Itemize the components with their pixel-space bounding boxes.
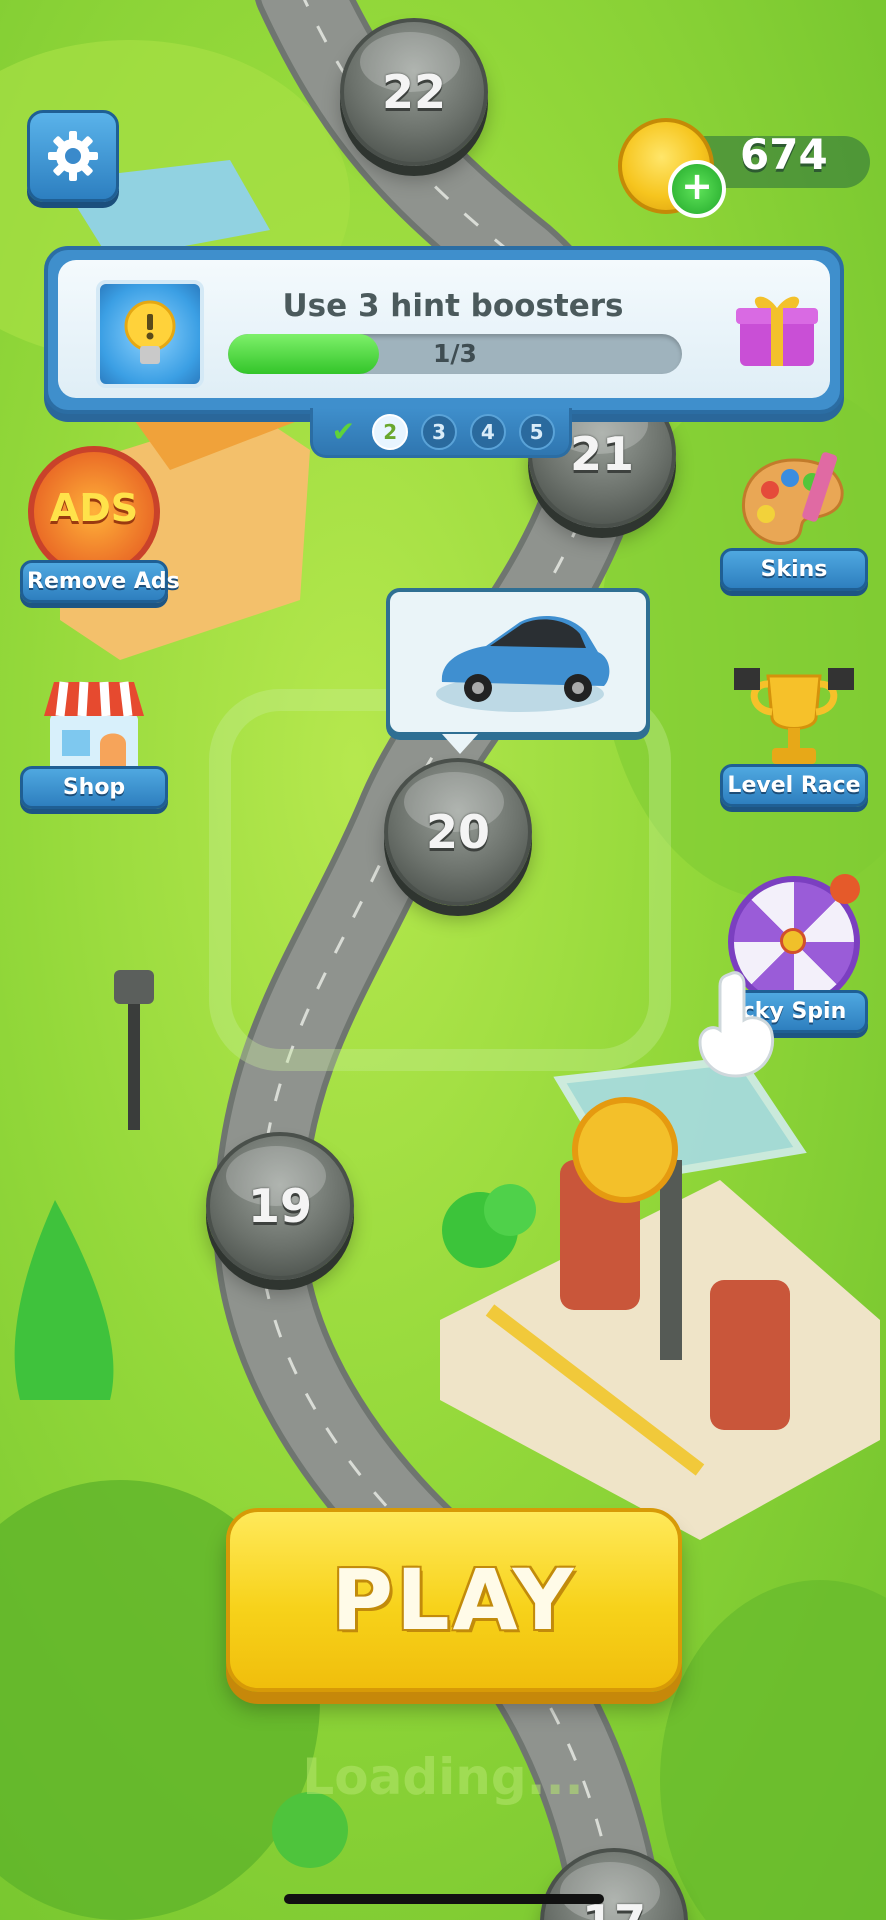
remove-ads-label: Remove Ads <box>20 560 180 603</box>
loading-text: Loading... <box>302 1748 584 1806</box>
level-race-button[interactable]: Level Race <box>720 662 868 807</box>
quest-step-5: 5 <box>518 413 555 450</box>
reward-car-bubble <box>386 588 650 754</box>
skins-label: Skins <box>720 548 868 591</box>
car-icon <box>436 616 610 712</box>
notification-dot <box>830 874 860 904</box>
quest-card[interactable]: Use 3 hint boosters 1/3 <box>44 246 844 414</box>
gear-icon <box>48 131 98 181</box>
map-scene: 22 21 20 19 17 <box>0 0 886 1920</box>
ads-icon: ADS <box>28 446 160 578</box>
quest-step-2: 2 <box>372 413 409 450</box>
quest-step-1: ✔ <box>331 415 356 448</box>
shop-label: Shop <box>20 766 168 809</box>
play-label: PLAY <box>331 1551 577 1649</box>
quest-progress-bar: 1/3 <box>228 334 682 374</box>
quest-step-4: 4 <box>469 413 506 450</box>
home-indicator[interactable] <box>284 1894 604 1904</box>
lightbulb-icon <box>96 280 204 388</box>
quest-progress-text: 1/3 <box>433 339 477 368</box>
settings-button[interactable] <box>27 110 119 202</box>
coin-amount: 674 <box>740 130 828 179</box>
remove-ads-button[interactable]: ADS Remove Ads <box>20 446 180 603</box>
gift-icon[interactable] <box>734 286 820 376</box>
add-coins-button[interactable]: + <box>668 160 726 218</box>
level-node-20[interactable]: 20 <box>384 758 532 906</box>
ads-badge-text: ADS <box>49 486 139 530</box>
level-node-22[interactable]: 22 <box>340 18 488 166</box>
quest-title: Use 3 hint boosters <box>282 288 624 324</box>
skins-button[interactable]: Skins <box>720 446 868 591</box>
pointer-hand-icon <box>690 964 780 1088</box>
level-race-label: Level Race <box>720 764 868 807</box>
level-node-19[interactable]: 19 <box>206 1132 354 1280</box>
shop-button[interactable]: Shop <box>20 664 168 809</box>
quest-steps: ✔ 2 3 4 5 <box>310 408 572 458</box>
play-button[interactable]: PLAY <box>226 1508 682 1692</box>
quest-step-3: 3 <box>420 413 457 450</box>
